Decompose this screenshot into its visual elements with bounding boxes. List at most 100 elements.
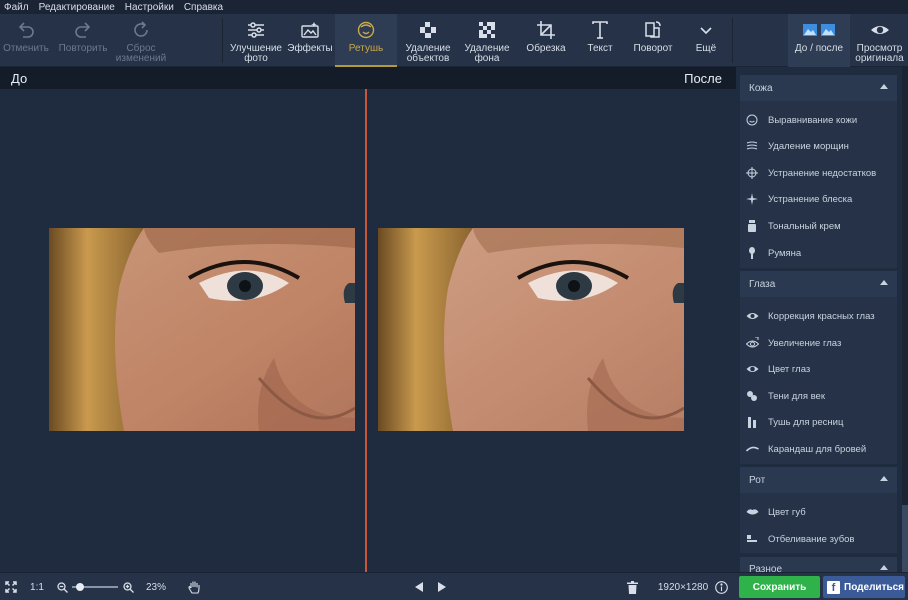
tool-lip-color[interactable]: Цвет губ: [740, 499, 897, 525]
eye-enlarge-icon: [744, 335, 760, 351]
section-skin-header[interactable]: Кожа: [740, 75, 897, 101]
sparkle-icon: [744, 191, 760, 207]
effects-button[interactable]: Эффекты: [286, 14, 334, 67]
tool-foundation[interactable]: Тональный крем: [740, 213, 897, 239]
chevron-down-icon: [695, 19, 717, 41]
image-dimensions: 1920×1280: [657, 581, 709, 593]
delete-button[interactable]: [624, 573, 640, 600]
enhance-photo-button[interactable]: Улучшение фото: [226, 14, 286, 67]
brush-icon: [744, 245, 760, 261]
collapse-caret-icon: [880, 84, 888, 89]
info-icon: [714, 580, 728, 594]
eye-icon: [869, 19, 891, 41]
next-image-button[interactable]: [434, 573, 448, 600]
panel-scrollbar-thumb[interactable]: [902, 505, 908, 572]
zoom-out-icon: [56, 581, 68, 593]
tool-eye-enlarge[interactable]: Увеличение глаз: [740, 330, 897, 356]
reset-changes-button[interactable]: Сброс изменений: [112, 14, 170, 67]
reset-icon: [130, 19, 152, 41]
zoom-in-icon: [122, 581, 134, 593]
menu-bar: Файл Редактирование Настройки Справка: [0, 0, 908, 14]
trash-icon: [626, 580, 638, 594]
collapse-caret-icon: [880, 476, 888, 481]
before-photo: [49, 228, 355, 431]
redo-button[interactable]: Повторить: [54, 14, 112, 67]
zoom-slider[interactable]: [72, 573, 118, 600]
eye-color-icon: [744, 361, 760, 377]
share-button[interactable]: f Поделиться: [823, 576, 905, 598]
toothbrush-icon: [744, 531, 760, 547]
tool-red-eye[interactable]: Коррекция красных глаз: [740, 303, 897, 329]
effects-icon: [299, 19, 321, 41]
tool-shine-removal[interactable]: Устранение блеска: [740, 186, 897, 212]
undo-icon: [15, 19, 37, 41]
zoom-slider-thumb[interactable]: [75, 583, 84, 591]
menu-help[interactable]: Справка: [180, 2, 229, 13]
collapse-caret-icon: [880, 280, 888, 285]
mascara-icon: [744, 414, 760, 430]
section-misc-header[interactable]: Разное: [740, 557, 897, 572]
zoom-in-button[interactable]: [121, 573, 135, 600]
crop-icon: [535, 19, 557, 41]
zoom-level: 23%: [145, 581, 166, 593]
photo-editor-window: Файл Редактирование Настройки Справка От…: [0, 0, 908, 600]
more-button[interactable]: Ещё: [684, 14, 728, 67]
crop-button[interactable]: Обрезка: [520, 14, 572, 67]
tool-brow-pencil[interactable]: Карандаш для бровей: [740, 436, 897, 462]
tool-blemish-removal[interactable]: Устранение недостатков: [740, 160, 897, 186]
target-icon: [744, 165, 760, 181]
save-button[interactable]: Сохранить: [739, 576, 820, 598]
rotate-icon: [642, 19, 664, 41]
panel-scrollbar[interactable]: [902, 67, 908, 572]
tool-eyeshadow[interactable]: Тени для век: [740, 383, 897, 409]
compare-canvas[interactable]: [0, 89, 736, 572]
zoom-out-button[interactable]: [55, 573, 69, 600]
menu-file[interactable]: Файл: [0, 2, 35, 13]
retouch-button[interactable]: Ретушь: [335, 14, 397, 67]
hand-icon: [187, 581, 200, 594]
remove-objects-icon: [417, 19, 439, 41]
toolbar-separator: [732, 18, 733, 63]
toolbar: Отменить Повторить Сброс изменений Улучш…: [0, 14, 908, 67]
collapse-caret-icon: [880, 565, 888, 570]
eyeshadow-icon: [744, 388, 760, 404]
remove-background-button[interactable]: Удаление фона: [458, 14, 516, 67]
before-after-icon: [802, 19, 836, 41]
menu-settings[interactable]: Настройки: [121, 2, 180, 13]
eye-icon: [744, 308, 760, 324]
wrinkles-icon: [744, 138, 760, 154]
compare-header: До После: [0, 67, 736, 89]
fit-screen-button[interactable]: [0, 573, 22, 600]
tool-teeth-whitening[interactable]: Отбеливание зубов: [740, 526, 897, 552]
foundation-bottle-icon: [744, 218, 760, 234]
face-icon: [355, 19, 377, 41]
menu-edit[interactable]: Редактирование: [35, 2, 121, 13]
tool-wrinkle-removal[interactable]: Удаление морщин: [740, 133, 897, 159]
smoothing-icon: [744, 112, 760, 128]
remove-objects-button[interactable]: Удаление объектов: [398, 14, 458, 67]
view-original-button[interactable]: Просмотр оригинала: [851, 14, 908, 67]
remove-background-icon: [476, 19, 498, 41]
tool-skin-smoothing[interactable]: Выравнивание кожи: [740, 107, 897, 133]
rotate-button[interactable]: Поворот: [626, 14, 680, 67]
tool-mascara[interactable]: Тушь для ресниц: [740, 409, 897, 435]
info-button[interactable]: [713, 573, 729, 600]
text-button[interactable]: Текст: [574, 14, 626, 67]
hand-tool-button[interactable]: [184, 573, 204, 600]
text-icon: [589, 19, 611, 41]
before-after-button[interactable]: До / после: [788, 14, 850, 67]
tool-blush[interactable]: Румяна: [740, 240, 897, 266]
triangle-right-icon: [437, 582, 446, 592]
sliders-icon: [245, 19, 267, 41]
compare-divider[interactable]: [365, 89, 367, 572]
redo-icon: [72, 19, 94, 41]
lips-icon: [744, 504, 760, 520]
undo-button[interactable]: Отменить: [0, 14, 52, 67]
section-eyes-header[interactable]: Глаза: [740, 271, 897, 297]
before-label: До: [11, 71, 28, 86]
section-mouth-header[interactable]: Рот: [740, 467, 897, 493]
fullscreen-icon: [5, 581, 17, 593]
previous-image-button[interactable]: [412, 573, 426, 600]
actual-size-button[interactable]: 1:1: [26, 573, 48, 600]
tool-eye-color[interactable]: Цвет глаз: [740, 356, 897, 382]
